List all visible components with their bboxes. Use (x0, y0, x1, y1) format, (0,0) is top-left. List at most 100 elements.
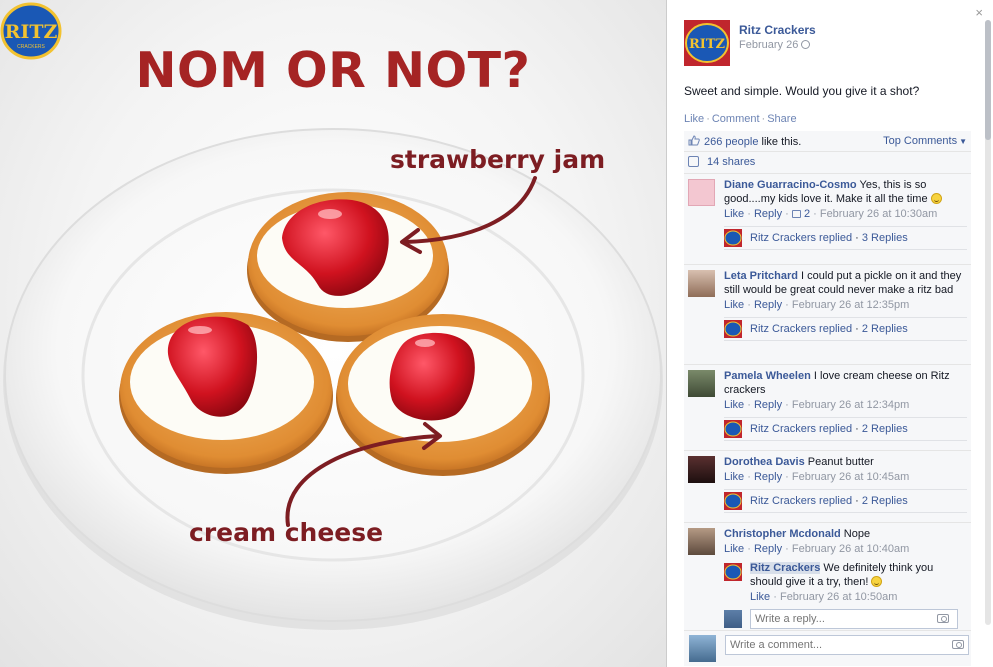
comment-meta: Like · Reply · February 26 at 10:45am (724, 471, 910, 483)
ritz-logo-icon (724, 563, 742, 581)
camera-icon[interactable] (952, 640, 964, 649)
comment-text: Nope (843, 528, 871, 540)
replies-link-row[interactable]: Ritz Crackers replied · 2 Replies (724, 417, 967, 441)
comment-input[interactable] (725, 635, 969, 655)
comment-reply-link[interactable]: Reply (754, 299, 782, 311)
comment-timestamp[interactable]: February 26 at 12:35pm (792, 299, 909, 311)
sort-comments-dropdown[interactable]: Top Comments ▼ (883, 135, 967, 147)
reply-composer (724, 609, 967, 629)
comment-meta: Like · Reply · February 26 at 10:40am (724, 543, 910, 555)
feedback-section: 266 people like this. Top Comments ▼ 14 s… (684, 131, 971, 635)
svg-text:RITZ: RITZ (689, 37, 726, 52)
reply-like-link[interactable]: Like (750, 591, 770, 603)
commenter-avatar[interactable] (688, 370, 715, 397)
comment-reply-link[interactable]: Reply (754, 543, 782, 555)
comment-like-link[interactable]: Like (724, 543, 744, 555)
share-icon (688, 156, 699, 167)
ritz-logo-icon (724, 320, 742, 338)
ritz-logo-icon (724, 420, 742, 438)
ritz-logo-icon: RITZ CRACKERS (0, 2, 62, 60)
comment-like-link[interactable]: Like (724, 399, 744, 411)
comment-meta: Like · Reply · 2 · February 26 at 10:30a… (724, 208, 938, 220)
viewer-avatar (724, 610, 742, 628)
post-header: RITZ Ritz Crackers February 26 (684, 20, 964, 68)
plate-illustration (3, 128, 663, 630)
replied-by-text[interactable]: Ritz Crackers replied (750, 232, 852, 244)
comment-timestamp[interactable]: February 26 at 12:34pm (792, 399, 909, 411)
commenter-name[interactable]: Dorothea Davis (724, 456, 805, 468)
replies-link-row[interactable]: Ritz Crackers replied · 2 Replies (724, 489, 967, 513)
comment-item: Diane Guarracino-Cosmo Yes, this is so g… (684, 174, 971, 265)
commenter-avatar[interactable] (688, 528, 715, 555)
post-date-text[interactable]: February 26 (739, 39, 798, 51)
post-date[interactable]: February 26 (739, 39, 811, 51)
commenter-name[interactable]: Christopher Mcdonald (724, 528, 841, 540)
comment-reply-link[interactable]: Reply (754, 471, 782, 483)
strawberry-jam-label: strawberry jam (390, 145, 606, 174)
reply-count[interactable]: 2 Replies (862, 423, 908, 435)
replied-by-text[interactable]: Ritz Crackers replied (750, 423, 852, 435)
reply-input[interactable] (750, 609, 958, 629)
comment-meta: Like · Reply · February 26 at 12:35pm (724, 299, 910, 311)
replies-link-row[interactable]: Ritz Crackers replied · 2 Replies (724, 317, 967, 341)
commenter-avatar[interactable] (688, 270, 715, 297)
thumbs-up-icon (688, 135, 700, 146)
likes-count: 266 people like this. (704, 136, 801, 148)
shares-count[interactable]: 14 shares (707, 156, 755, 168)
cream-cheese-label: cream cheese (189, 518, 384, 547)
comment-reply-link[interactable]: Reply (754, 399, 782, 411)
commenter-name[interactable]: Leta Pritchard (724, 270, 798, 282)
reply-count[interactable]: 3 Replies (862, 232, 908, 244)
replied-by-text[interactable]: Ritz Crackers replied (750, 323, 852, 335)
likes-row: 266 people like this. Top Comments ▼ (684, 131, 971, 152)
likes-people-link[interactable]: 266 people (704, 136, 758, 148)
comment-timestamp[interactable]: February 26 at 10:40am (792, 543, 909, 555)
like-link[interactable]: Like (684, 113, 704, 125)
post-photo[interactable]: NOM OR NOT? strawberry jam cream cheese … (0, 0, 666, 667)
reply-timestamp[interactable]: February 26 at 10:50am (780, 591, 897, 603)
separator: · (706, 113, 710, 125)
svg-text:RITZ: RITZ (5, 21, 58, 43)
reply-meta: Like · February 26 at 10:50am (750, 591, 898, 603)
comment-like-link[interactable]: Like (724, 471, 744, 483)
sort-label[interactable]: Top Comments (883, 135, 957, 147)
shares-row[interactable]: 14 shares (684, 152, 971, 174)
commenter-avatar[interactable] (688, 179, 715, 206)
close-icon[interactable]: × (975, 5, 983, 20)
chevron-down-icon: ▼ (959, 137, 967, 146)
comment-timestamp[interactable]: February 26 at 10:30am (820, 208, 937, 220)
comment-composer (684, 630, 971, 666)
comment-like-link[interactable]: Like (724, 299, 744, 311)
page-avatar[interactable]: RITZ (684, 20, 730, 66)
likes-suffix: like this. (761, 136, 802, 148)
commenter-name[interactable]: Pamela Wheelen (724, 370, 811, 382)
share-link[interactable]: Share (767, 113, 796, 125)
camera-icon[interactable] (937, 614, 949, 623)
photo-headline: NOM OR NOT? (135, 42, 531, 99)
replies-link-row[interactable]: Ritz Crackers replied · 3 Replies (724, 226, 967, 250)
replied-by-text[interactable]: Ritz Crackers replied (750, 495, 852, 507)
reply-count[interactable]: 2 Replies (862, 323, 908, 335)
comment-body: Christopher Mcdonald Nope (724, 527, 967, 541)
scrollbar[interactable] (985, 20, 991, 625)
comment-likes-count[interactable]: 2 (804, 208, 810, 220)
comment-like-link[interactable]: Like (724, 208, 744, 220)
separator: · (761, 113, 766, 125)
comment-timestamp[interactable]: February 26 at 10:45am (792, 471, 909, 483)
svg-text:CRACKERS: CRACKERS (17, 44, 45, 50)
comment-link[interactable]: Comment (712, 113, 760, 125)
page-name-link[interactable]: Ritz Crackers (739, 23, 816, 37)
commenter-name[interactable]: Diane Guarracino-Cosmo (724, 179, 857, 191)
comment-item: Leta Pritchard I could put a pickle on i… (684, 265, 971, 365)
reply-author-link[interactable]: Ritz Crackers (750, 562, 821, 574)
post-actions: Like · Comment · Share (684, 113, 797, 125)
comment-body: Diane Guarracino-Cosmo Yes, this is so g… (724, 178, 967, 206)
ritz-logo-icon (724, 229, 742, 247)
commenter-avatar[interactable] (688, 456, 715, 483)
comment-body: Pamela Wheelen I love cream cheese on Ri… (724, 369, 967, 397)
comment-reply-link[interactable]: Reply (754, 208, 782, 220)
scrollbar-thumb[interactable] (985, 20, 991, 140)
comment-body: Dorothea Davis Peanut butter (724, 455, 967, 469)
reply-count[interactable]: 2 Replies (862, 495, 908, 507)
post-text: Sweet and simple. Would you give it a sh… (684, 84, 920, 98)
